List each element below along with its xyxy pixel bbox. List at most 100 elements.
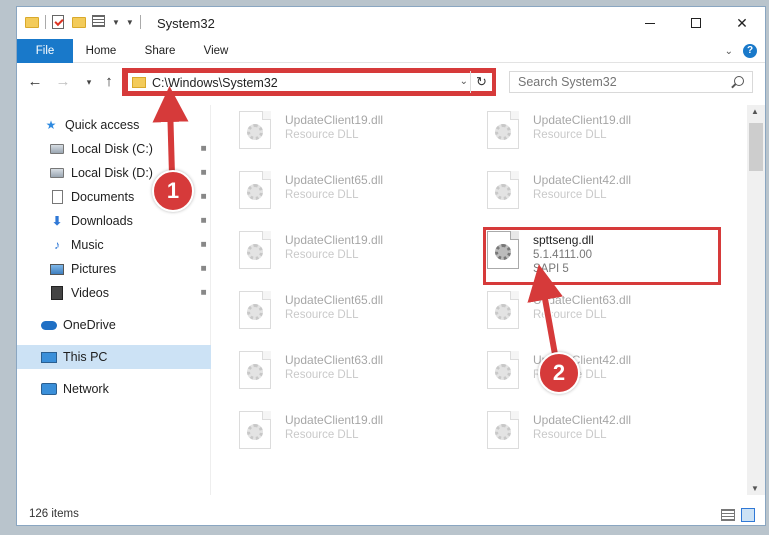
file-name: UpdateClient19.dll xyxy=(285,233,384,247)
sidebar-item-label: Music xyxy=(71,238,104,252)
maximize-button[interactable] xyxy=(673,7,719,39)
dll-file-icon xyxy=(239,351,271,389)
sidebar-item-pictures[interactable]: Pictures ⬥ xyxy=(17,257,211,281)
file-item[interactable]: UpdateClient42.dll Resource DLL xyxy=(461,165,701,215)
quick-access-toolbar: ▼ ▼ xyxy=(25,15,141,29)
toolbar-divider xyxy=(139,15,141,29)
up-arrow-icon[interactable]: ↑ xyxy=(99,73,119,90)
sidebar-item-quick-access[interactable]: ★ Quick access xyxy=(17,113,211,137)
large-icons-view-icon[interactable] xyxy=(741,508,755,522)
file-description: Resource DLL xyxy=(285,189,359,201)
gear-icon xyxy=(495,364,511,380)
file-highlight-box xyxy=(483,227,721,285)
sidebar-item-downloads[interactable]: ⬇ Downloads ⬥ xyxy=(17,209,211,233)
file-item[interactable]: UpdateClient19.dll Resource DLL xyxy=(213,225,453,275)
videos-icon xyxy=(49,286,65,300)
forward-arrow-icon[interactable]: → xyxy=(53,73,73,90)
sidebar-item-music[interactable]: ♪ Music ⬥ xyxy=(17,233,211,257)
file-item[interactable]: UpdateClient19.dll Resource DLL xyxy=(213,405,453,455)
recent-locations-icon[interactable]: ▾ xyxy=(79,77,99,88)
chevron-down-icon[interactable]: ▼ xyxy=(112,18,120,27)
gear-icon xyxy=(247,424,263,440)
sidebar-item-network[interactable]: Network xyxy=(17,377,211,401)
tab-view[interactable]: View xyxy=(197,39,235,63)
vertical-scrollbar[interactable]: ▲ ▼ xyxy=(747,105,765,495)
sidebar-item-label: Downloads xyxy=(71,214,133,228)
file-item[interactable]: UpdateClient19.dll Resource DLL xyxy=(461,105,701,155)
gear-icon xyxy=(495,304,511,320)
gear-icon xyxy=(247,244,263,260)
pin-icon[interactable]: ⬥ xyxy=(197,262,210,275)
sidebar-item-label: Local Disk (C:) xyxy=(71,142,153,156)
scroll-up-icon[interactable]: ▲ xyxy=(751,107,759,116)
search-input[interactable] xyxy=(510,72,720,92)
sidebar-item-label: Network xyxy=(63,382,109,396)
file-name: UpdateClient19.dll xyxy=(533,113,632,127)
help-icon[interactable]: ? xyxy=(743,44,757,58)
pin-icon[interactable]: ⬥ xyxy=(197,286,210,299)
dll-file-icon xyxy=(239,411,271,449)
search-icon[interactable] xyxy=(734,76,744,86)
gear-icon xyxy=(247,304,263,320)
sidebar-item-onedrive[interactable]: OneDrive xyxy=(17,313,211,337)
music-icon: ♪ xyxy=(54,238,60,252)
scroll-down-icon[interactable]: ▼ xyxy=(751,484,759,493)
dll-file-icon xyxy=(487,291,519,329)
gear-icon xyxy=(495,424,511,440)
folder-icon xyxy=(25,15,39,29)
file-item[interactable]: UpdateClient19.dll Resource DLL xyxy=(213,105,453,155)
minimize-button[interactable] xyxy=(627,7,673,39)
dll-file-icon xyxy=(239,291,271,329)
properties-check-icon[interactable] xyxy=(52,15,66,29)
sidebar-item-label: Pictures xyxy=(71,262,117,276)
pin-icon[interactable]: ⬥ xyxy=(197,238,210,251)
tab-file[interactable]: File xyxy=(17,39,73,63)
dll-file-icon xyxy=(487,411,519,449)
customize-toolbar-icon[interactable]: ▼ xyxy=(126,18,134,27)
close-button[interactable]: ✕ xyxy=(719,7,765,39)
file-item[interactable]: UpdateClient63.dll Resource DLL xyxy=(461,285,701,335)
pin-icon[interactable]: ⬥ xyxy=(197,142,210,155)
scroll-thumb[interactable] xyxy=(749,123,763,171)
dll-file-icon xyxy=(239,111,271,149)
gear-icon xyxy=(247,124,263,140)
tab-home[interactable]: Home xyxy=(79,39,123,63)
sidebar-item-label: Documents xyxy=(71,190,135,204)
file-item[interactable]: UpdateClient65.dll Resource DLL xyxy=(213,165,453,215)
dll-file-icon xyxy=(487,111,519,149)
file-item[interactable]: UpdateClient65.dll Resource DLL xyxy=(213,285,453,335)
sidebar-item-videos[interactable]: Videos ⬥ xyxy=(17,281,211,305)
file-name: UpdateClient65.dll xyxy=(285,293,384,307)
sidebar-item-local-disk-c[interactable]: Local Disk (C:) ⬥ xyxy=(17,137,211,161)
file-list: UpdateClient19.dll Resource DLL UpdateCl… xyxy=(213,105,747,495)
file-item[interactable]: UpdateClient42.dll Resource DLL xyxy=(461,345,701,395)
dll-file-icon xyxy=(487,171,519,209)
sidebar-item-label: This PC xyxy=(63,350,108,364)
file-description: Resource DLL xyxy=(285,429,359,441)
properties-icon[interactable] xyxy=(92,15,106,29)
pin-icon[interactable]: ⬥ xyxy=(197,166,210,179)
sidebar-item-label: Local Disk (D:) xyxy=(71,166,153,180)
file-item[interactable]: UpdateClient63.dll Resource DLL xyxy=(213,345,453,395)
file-item[interactable]: UpdateClient42.dll Resource DLL xyxy=(461,405,701,455)
file-description: Resource DLL xyxy=(285,309,359,321)
pin-icon[interactable]: ⬥ xyxy=(197,190,210,203)
documents-icon xyxy=(49,190,65,204)
dll-file-icon xyxy=(239,171,271,209)
expand-ribbon-icon[interactable]: ⌄ xyxy=(725,46,733,57)
sidebar-item-label: OneDrive xyxy=(63,318,116,332)
sidebar-item-this-pc[interactable]: This PC xyxy=(17,345,211,369)
tab-share[interactable]: Share xyxy=(139,39,181,63)
sidebar-item-label: Videos xyxy=(71,286,109,300)
disk-icon xyxy=(49,142,65,156)
file-description: Resource DLL xyxy=(285,129,359,141)
gear-icon xyxy=(247,184,263,200)
details-view-icon[interactable] xyxy=(721,509,735,521)
new-folder-icon[interactable] xyxy=(72,15,86,29)
search-box[interactable] xyxy=(509,71,753,93)
gear-icon xyxy=(247,364,263,380)
item-count: 126 items xyxy=(29,508,79,520)
pin-icon[interactable]: ⬥ xyxy=(197,214,210,227)
back-arrow-icon[interactable]: ← xyxy=(25,73,45,90)
file-description: Resource DLL xyxy=(285,369,359,381)
